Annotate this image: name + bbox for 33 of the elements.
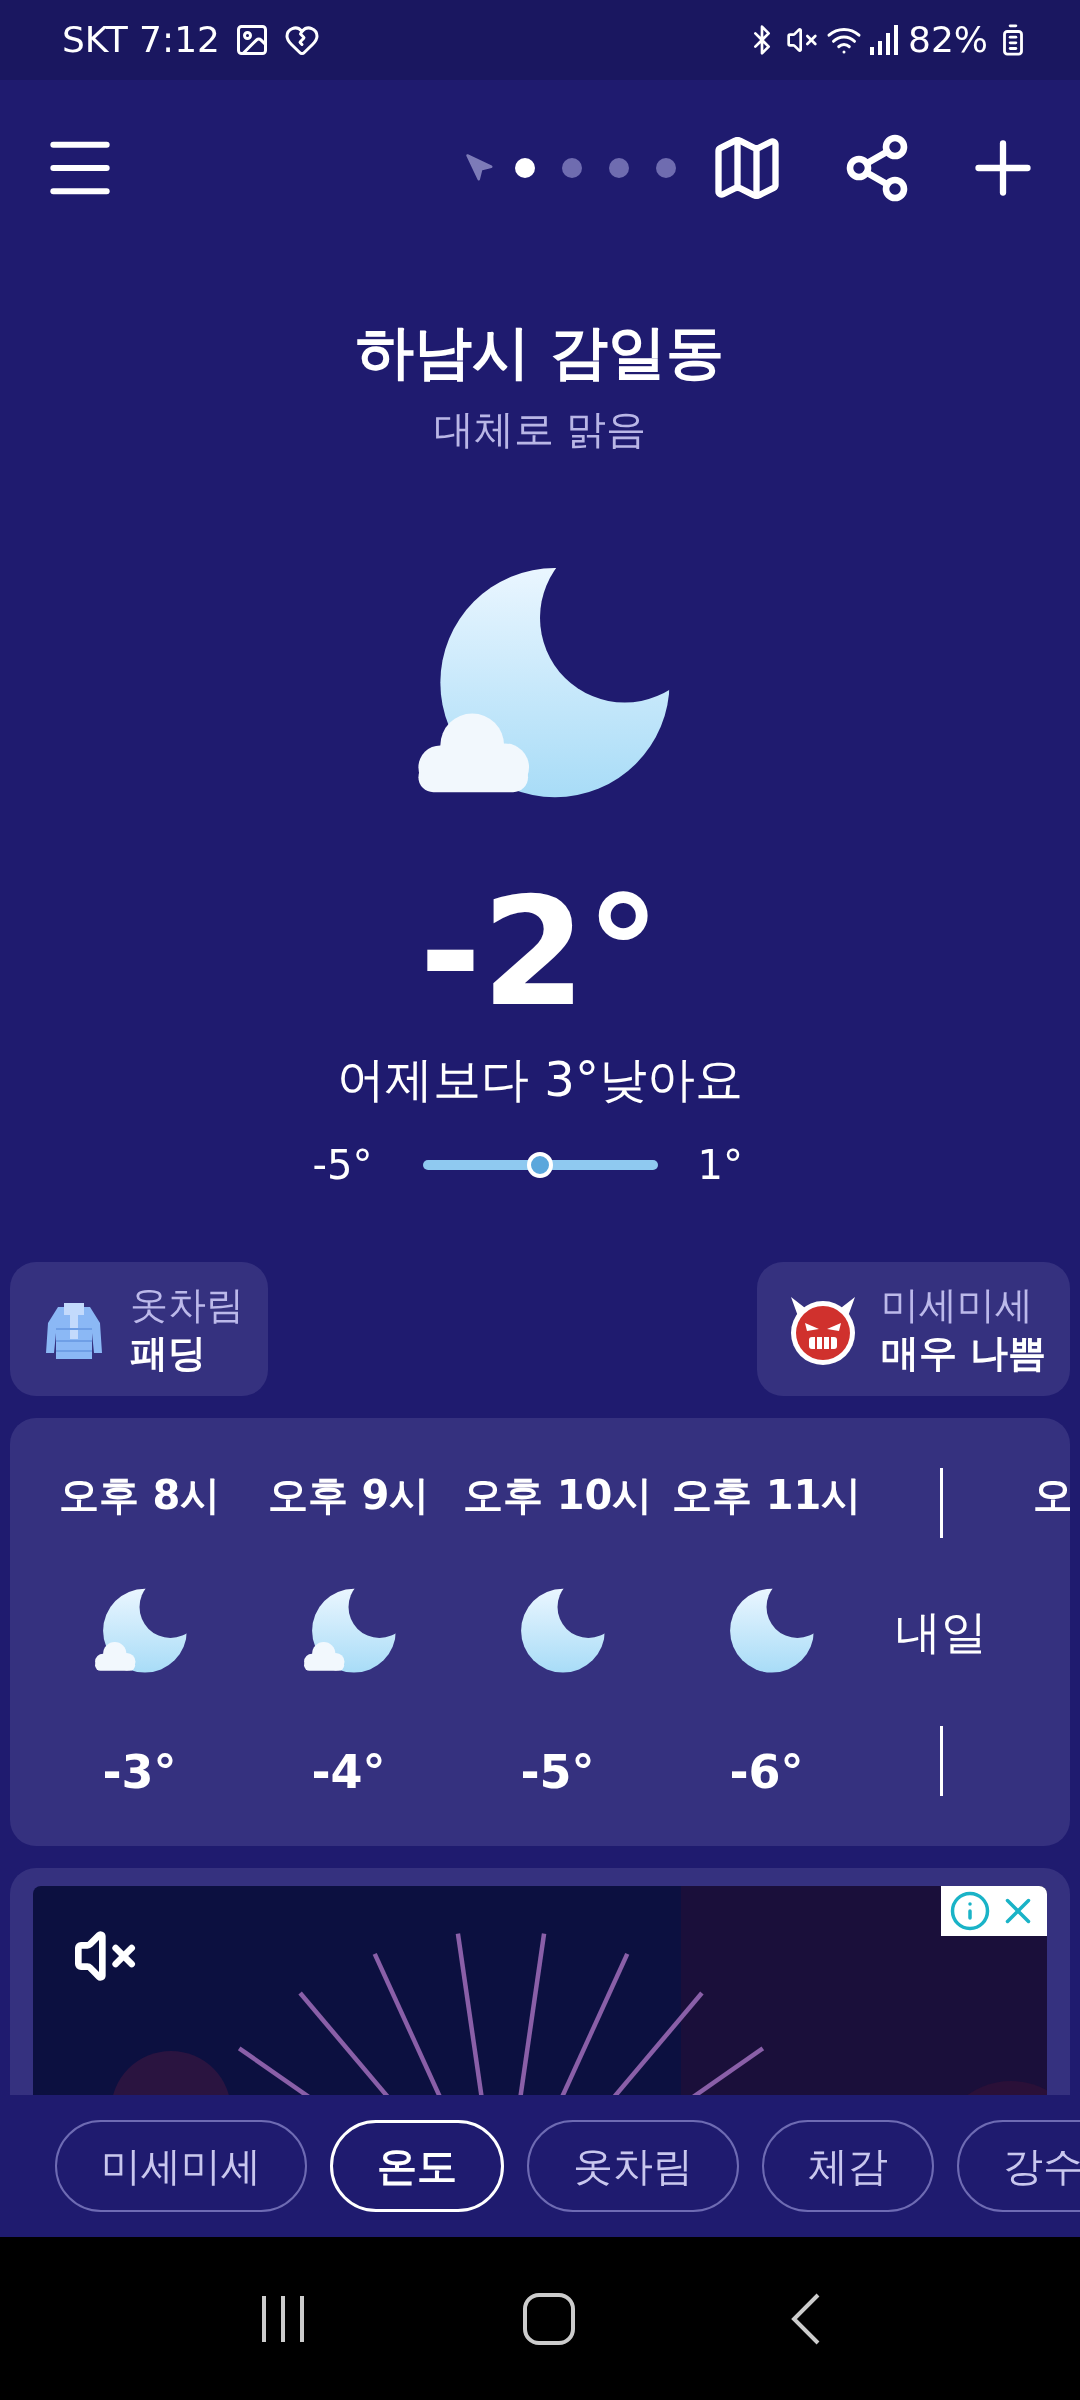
info-card[interactable]: 미세미세 매우 나쁨 — [756, 1262, 1070, 1397]
day-label: 내일 — [895, 1603, 987, 1661]
hour-temperature: -4° — [311, 1744, 386, 1801]
info-card-label: 옷차림 — [130, 1282, 244, 1330]
moon-cloud-icon — [92, 1587, 187, 1675]
info-card[interactable]: 옷차림 패딩 — [10, 1262, 268, 1397]
signal-icon — [870, 25, 900, 55]
weather-condition: 대체로 맑음 — [433, 405, 647, 453]
hour-temperature: -3° — [102, 1744, 177, 1801]
info-card-value: 매우 나쁨 — [880, 1330, 1046, 1378]
high-temperature: 1° — [697, 1141, 744, 1191]
location-arrow-icon — [465, 152, 495, 183]
home-icon[interactable] — [521, 2290, 577, 2347]
current-temperature: -2° — [419, 872, 661, 1033]
hour-label: 오후 10시 — [462, 1471, 653, 1521]
location-name: 하남시 감일동 — [355, 317, 725, 387]
hour-label: 오후 9시 — [267, 1471, 430, 1521]
carrier-time: SKT 7:12 — [62, 18, 220, 62]
info-card-label: 미세미세 — [880, 1282, 1034, 1330]
category-tab[interactable]: 온도 — [330, 2120, 504, 2212]
hour-temperature: -6° — [729, 1744, 804, 1801]
category-tab[interactable]: 강수 — [957, 2120, 1080, 2212]
category-tab[interactable]: 옷차림 — [527, 2120, 739, 2212]
category-tab[interactable]: 체감 — [762, 2120, 934, 2212]
hour-label: 오후 11시 — [671, 1471, 862, 1521]
info-card-value: 패딩 — [130, 1330, 207, 1378]
category-tab[interactable]: 미세미세 — [55, 2120, 307, 2212]
battery-percent: 82% — [908, 18, 988, 62]
hour-temperature: -5° — [520, 1744, 595, 1801]
low-temperature: -5° — [312, 1141, 374, 1191]
hour-label: 오후 8시 — [58, 1471, 221, 1521]
temperature-comparison: 어제보다 3°낮아요 — [337, 1050, 743, 1109]
moon-cloud-icon — [301, 1587, 396, 1675]
